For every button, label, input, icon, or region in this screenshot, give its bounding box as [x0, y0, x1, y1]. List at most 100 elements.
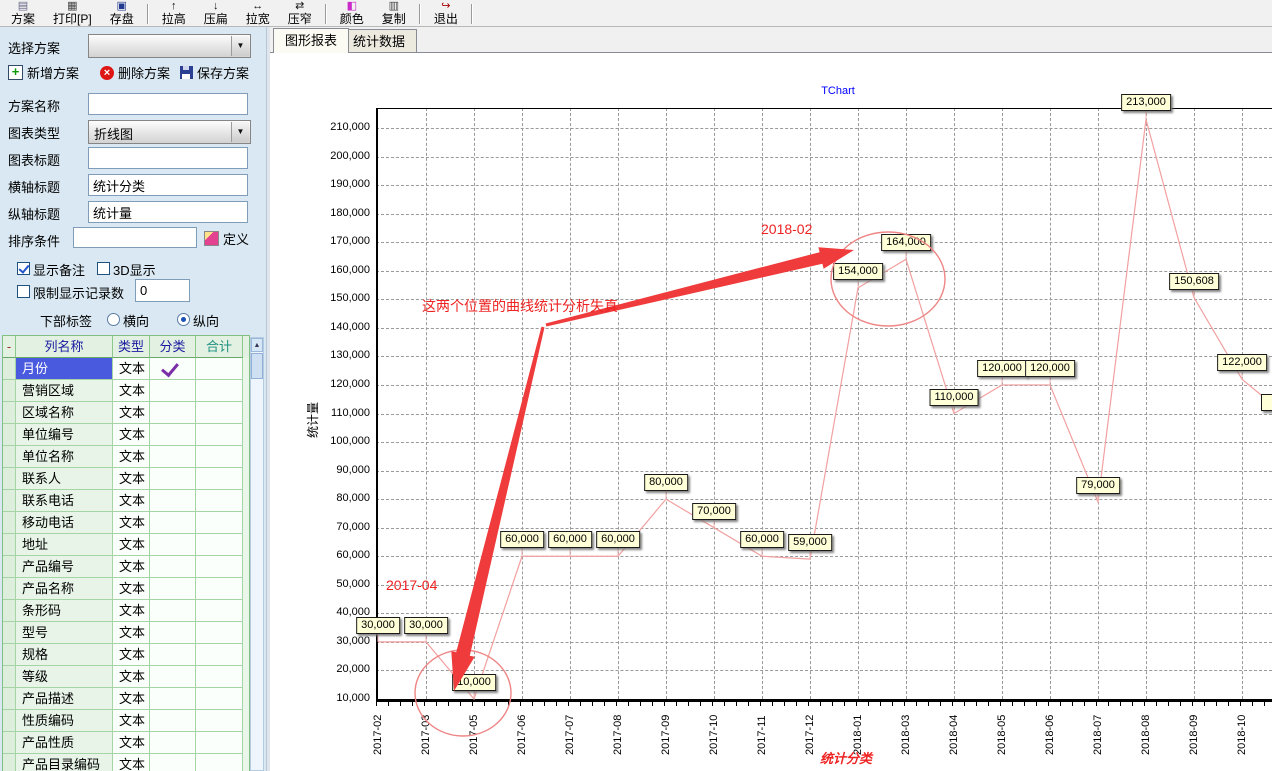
table-row[interactable]: 产品描述文本	[3, 688, 249, 710]
scrollbar-thumb[interactable]	[251, 353, 263, 379]
column-type-cell[interactable]: 文本	[113, 490, 150, 512]
column-name-cell[interactable]: 等级	[16, 666, 113, 688]
grid-header-name[interactable]: 列名称	[16, 336, 113, 358]
y-axis-title-input[interactable]	[88, 201, 248, 223]
horizontal-radio[interactable]	[107, 313, 120, 326]
column-type-cell[interactable]: 文本	[113, 688, 150, 710]
column-category-cell[interactable]	[150, 600, 196, 622]
column-category-cell[interactable]	[150, 534, 196, 556]
widen-button[interactable]: ↔拉宽	[237, 0, 279, 26]
grid-scrollbar[interactable]: ▲	[250, 337, 264, 771]
table-row[interactable]: 单位名称文本	[3, 446, 249, 468]
column-name-cell[interactable]: 产品目录编码	[16, 754, 113, 771]
column-total-cell[interactable]	[196, 512, 243, 534]
chart-title-input[interactable]	[88, 147, 248, 169]
table-row[interactable]: 产品性质文本	[3, 732, 249, 754]
table-row[interactable]: 移动电话文本	[3, 512, 249, 534]
column-type-cell[interactable]: 文本	[113, 754, 150, 771]
copy-button[interactable]: ▥复制	[373, 0, 415, 26]
grid-header-category[interactable]: 分类	[150, 336, 196, 358]
column-type-cell[interactable]: 文本	[113, 358, 150, 380]
column-category-cell[interactable]	[150, 358, 196, 380]
column-category-cell[interactable]	[150, 402, 196, 424]
column-total-cell[interactable]	[196, 622, 243, 644]
column-total-cell[interactable]	[196, 490, 243, 512]
column-total-cell[interactable]	[196, 732, 243, 754]
three-d-checkbox[interactable]	[97, 262, 110, 275]
column-total-cell[interactable]	[196, 402, 243, 424]
column-type-cell[interactable]: 文本	[113, 578, 150, 600]
column-total-cell[interactable]	[196, 710, 243, 732]
column-category-cell[interactable]	[150, 490, 196, 512]
column-name-cell[interactable]: 月份	[16, 358, 113, 380]
table-row[interactable]: 产品名称文本	[3, 578, 249, 600]
scroll-up-button[interactable]: ▲	[251, 338, 263, 352]
table-row[interactable]: 规格文本	[3, 644, 249, 666]
column-type-cell[interactable]: 文本	[113, 468, 150, 490]
table-row[interactable]: 月份文本	[3, 358, 249, 380]
column-category-cell[interactable]	[150, 556, 196, 578]
column-category-cell[interactable]	[150, 666, 196, 688]
table-row[interactable]: 产品目录编码文本	[3, 754, 249, 771]
column-type-cell[interactable]: 文本	[113, 622, 150, 644]
sort-condition-input[interactable]	[73, 227, 197, 248]
column-category-cell[interactable]	[150, 688, 196, 710]
tab-chart-report[interactable]: 图形报表	[273, 28, 349, 53]
narrow-button[interactable]: ⇄压窄	[279, 0, 321, 26]
table-row[interactable]: 地址文本	[3, 534, 249, 556]
print-button[interactable]: ▦打印[P]	[44, 0, 101, 26]
column-name-cell[interactable]: 产品描述	[16, 688, 113, 710]
column-type-cell[interactable]: 文本	[113, 732, 150, 754]
column-name-cell[interactable]: 营销区域	[16, 380, 113, 402]
column-total-cell[interactable]	[196, 468, 243, 490]
limit-records-input[interactable]	[135, 279, 190, 302]
grid-header-type[interactable]: 类型	[113, 336, 150, 358]
column-total-cell[interactable]	[196, 666, 243, 688]
column-type-cell[interactable]: 文本	[113, 402, 150, 424]
column-total-cell[interactable]	[196, 424, 243, 446]
stretch-tall-button[interactable]: ↑拉高	[153, 0, 195, 26]
column-name-cell[interactable]: 区域名称	[16, 402, 113, 424]
column-name-cell[interactable]: 单位编号	[16, 424, 113, 446]
column-name-cell[interactable]: 性质编码	[16, 710, 113, 732]
table-row[interactable]: 产品编号文本	[3, 556, 249, 578]
column-type-cell[interactable]: 文本	[113, 666, 150, 688]
column-name-cell[interactable]: 移动电话	[16, 512, 113, 534]
add-scheme-button[interactable]: + 新增方案	[8, 63, 79, 82]
table-row[interactable]: 性质编码文本	[3, 710, 249, 732]
column-total-cell[interactable]	[196, 600, 243, 622]
column-category-cell[interactable]	[150, 468, 196, 490]
column-name-cell[interactable]: 地址	[16, 534, 113, 556]
scheme-button[interactable]: ▤方案	[2, 0, 44, 26]
table-row[interactable]: 单位编号文本	[3, 424, 249, 446]
table-row[interactable]: 联系人文本	[3, 468, 249, 490]
column-category-cell[interactable]	[150, 622, 196, 644]
column-category-cell[interactable]	[150, 512, 196, 534]
column-total-cell[interactable]	[196, 556, 243, 578]
x-axis-title-input[interactable]	[88, 174, 248, 196]
column-category-cell[interactable]	[150, 578, 196, 600]
column-total-cell[interactable]	[196, 534, 243, 556]
column-type-cell[interactable]: 文本	[113, 424, 150, 446]
delete-scheme-button[interactable]: × 删除方案	[100, 63, 170, 82]
column-type-cell[interactable]: 文本	[113, 644, 150, 666]
column-type-cell[interactable]: 文本	[113, 710, 150, 732]
table-row[interactable]: 条形码文本	[3, 600, 249, 622]
column-category-cell[interactable]	[150, 644, 196, 666]
column-type-cell[interactable]: 文本	[113, 512, 150, 534]
column-name-cell[interactable]: 联系人	[16, 468, 113, 490]
table-row[interactable]: 营销区域文本	[3, 380, 249, 402]
column-category-cell[interactable]	[150, 710, 196, 732]
column-category-cell[interactable]	[150, 424, 196, 446]
column-category-cell[interactable]	[150, 446, 196, 468]
scheme-name-input[interactable]	[88, 93, 248, 115]
table-row[interactable]: 型号文本	[3, 622, 249, 644]
column-category-cell[interactable]	[150, 380, 196, 402]
column-total-cell[interactable]	[196, 446, 243, 468]
column-name-cell[interactable]: 产品名称	[16, 578, 113, 600]
chart-type-select[interactable]: 折线图 ▼	[88, 120, 251, 144]
column-total-cell[interactable]	[196, 644, 243, 666]
column-category-cell[interactable]	[150, 754, 196, 771]
limit-records-checkbox[interactable]	[17, 285, 30, 298]
save-scheme-button[interactable]: 保存方案	[180, 63, 249, 82]
